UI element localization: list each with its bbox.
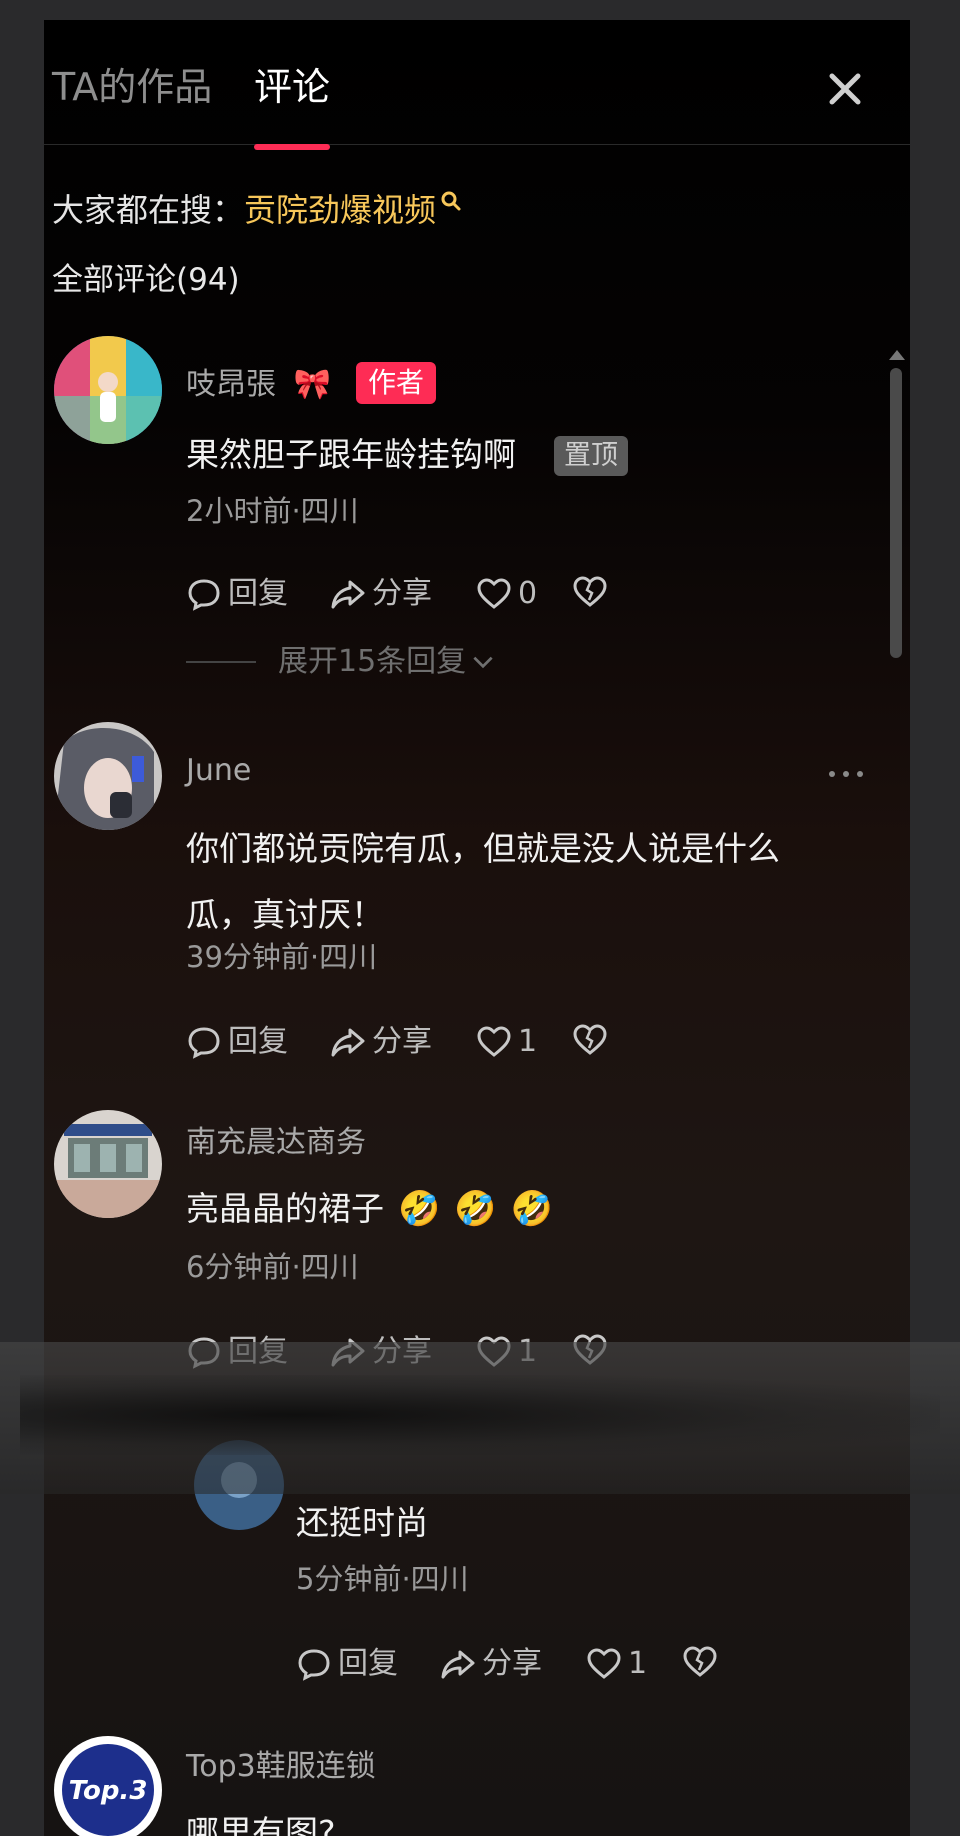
share-button[interactable]: 分享 — [330, 574, 432, 614]
reply-actions: 回复 分享 1 — [296, 1644, 856, 1684]
comments-panel: TA的作品 评论 大家都在搜：贡院劲爆视频 全部评论(94) 吱昂張 🎀 作者 … — [44, 20, 910, 1836]
username-text: 吱昂張 — [186, 367, 276, 402]
broken-heart-icon — [573, 1024, 607, 1055]
share-label: 分享 — [372, 576, 432, 611]
expand-replies-button[interactable]: 展开15条回复 — [186, 642, 496, 682]
reply-icon — [188, 1027, 220, 1059]
tab-comments[interactable]: 评论 — [254, 64, 330, 110]
reply-meta: 5分钟前·四川 — [296, 1562, 469, 1596]
bow-icon: 🎀 — [293, 367, 331, 402]
more-options-icon[interactable] — [824, 764, 868, 784]
search-icon — [441, 191, 461, 211]
laughing-emoji-icon: 🤣 — [510, 1189, 554, 1229]
share-button[interactable]: 分享 — [330, 1022, 432, 1062]
reply-button[interactable]: 回复 — [296, 1644, 398, 1684]
pinned-badge: 置顶 — [554, 436, 628, 476]
like-count: 0 — [518, 576, 538, 611]
comment-actions: 回复 分享 1 — [186, 1022, 786, 1062]
avatar[interactable] — [54, 1110, 162, 1218]
scroll-thumb[interactable] — [890, 368, 902, 658]
reply-button[interactable]: 回复 — [186, 574, 288, 614]
expand-replies-label: 展开15条回复 — [278, 644, 467, 679]
active-tab-indicator — [254, 144, 330, 150]
reply-label: 回复 — [228, 1024, 288, 1059]
heart-icon — [477, 578, 511, 609]
tab-bar: TA的作品 评论 — [44, 20, 910, 145]
close-icon[interactable] — [820, 64, 870, 114]
redaction-smear — [20, 1375, 940, 1455]
heart-icon — [587, 1648, 621, 1679]
chevron-down-icon — [473, 656, 493, 669]
comment-actions: 回复 分享 0 — [186, 574, 786, 614]
avatar[interactable] — [54, 722, 162, 830]
reply-button[interactable]: 回复 — [186, 1022, 288, 1062]
reply-label: 回复 — [228, 576, 288, 611]
like-button[interactable]: 1 — [586, 1644, 647, 1684]
like-button[interactable]: 0 — [476, 574, 537, 614]
avatar[interactable]: Top.3 — [54, 1736, 162, 1836]
reply-label: 回复 — [338, 1646, 398, 1681]
dislike-button[interactable] — [572, 574, 608, 610]
comment-username[interactable]: June — [186, 752, 251, 790]
scrollbar[interactable] — [886, 350, 906, 670]
laughing-emoji-icon: 🤣 — [398, 1189, 441, 1229]
tab-works[interactable]: TA的作品 — [52, 64, 212, 110]
comment-text: 果然胆子跟年龄挂钩啊 — [186, 435, 516, 474]
comment-username[interactable]: 吱昂張 🎀 — [186, 366, 331, 404]
share-icon — [331, 580, 365, 609]
comment-meta: 39分钟前·四川 — [186, 940, 378, 974]
laughing-emoji-icon: 🤣 — [454, 1189, 497, 1229]
scroll-up-arrow-icon[interactable] — [889, 350, 905, 360]
comment-username[interactable]: Top3鞋服连锁 — [186, 1748, 376, 1786]
like-button[interactable]: 1 — [476, 1022, 537, 1062]
share-icon — [441, 1650, 475, 1679]
share-icon — [331, 1028, 365, 1057]
heart-icon — [477, 1026, 511, 1057]
like-count: 1 — [628, 1646, 648, 1681]
share-button[interactable]: 分享 — [440, 1644, 542, 1684]
trending-search-term[interactable]: 贡院劲爆视频 — [244, 191, 436, 229]
author-badge: 作者 — [356, 362, 437, 404]
broken-heart-icon — [573, 576, 607, 607]
share-label: 分享 — [372, 1024, 432, 1059]
comment-username[interactable]: 南充晨达商务 — [186, 1124, 366, 1162]
comments-count: 全部评论(94) — [52, 262, 240, 298]
divider — [186, 661, 256, 663]
avatar-logo-text: Top.3 — [69, 1776, 148, 1806]
comment-text: 亮晶晶的裙子 🤣 🤣 🤣 — [186, 1186, 553, 1232]
comment-text: 哪里有图? — [186, 1813, 336, 1836]
share-label: 分享 — [482, 1646, 542, 1681]
broken-heart-icon — [683, 1646, 717, 1677]
reply-icon — [298, 1649, 330, 1681]
dislike-button[interactable] — [572, 1022, 608, 1058]
comment-meta: 2小时前·四川 — [186, 494, 359, 528]
comment-text-content: 亮晶晶的裙子 — [186, 1189, 384, 1228]
dislike-button[interactable] — [682, 1644, 718, 1680]
trending-search[interactable]: 大家都在搜：贡院劲爆视频 — [52, 190, 462, 230]
trending-search-prefix: 大家都在搜： — [52, 191, 245, 229]
reply-icon — [188, 579, 220, 611]
avatar[interactable] — [54, 336, 162, 444]
reply-text: 还挺时尚 — [296, 1503, 428, 1542]
comment-text: 你们都说贡院有瓜，但就是没人说是什么瓜，真讨厌！ — [186, 829, 780, 934]
comment-meta: 6分钟前·四川 — [186, 1250, 359, 1284]
like-count: 1 — [518, 1024, 538, 1059]
